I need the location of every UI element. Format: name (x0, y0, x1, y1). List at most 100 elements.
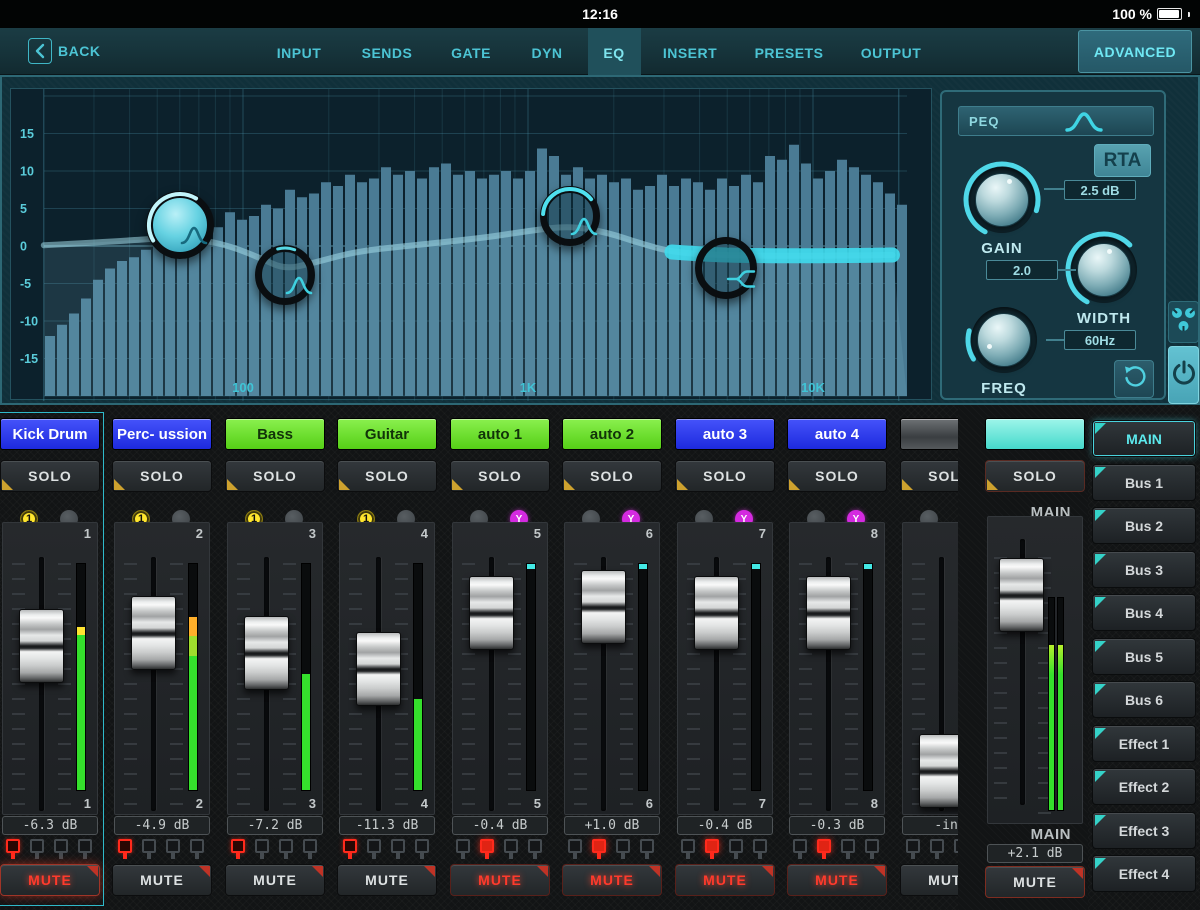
mute-button[interactable]: MUTE (562, 864, 662, 896)
fader-handle[interactable] (244, 616, 289, 690)
mute-group-pin-icon[interactable] (142, 839, 156, 859)
channel-name[interactable]: Perc- ussion (112, 418, 212, 450)
sidebar-tab-effect-2[interactable]: Effect 2 (1092, 768, 1196, 805)
nav-tab-input[interactable]: INPUT (277, 45, 322, 61)
sidebar-tab-bus-5[interactable]: Bus 5 (1092, 638, 1196, 675)
solo-button[interactable]: SOLO (787, 460, 887, 492)
mute-button[interactable]: MUTE (112, 864, 212, 896)
nav-tab-gate[interactable]: GATE (451, 45, 491, 61)
nav-tab-presets[interactable]: PRESETS (755, 45, 824, 61)
sidebar-tab-main[interactable]: MAIN (1092, 420, 1196, 457)
mute-group-pin-icon[interactable] (231, 839, 245, 859)
freq-knob[interactable] (962, 298, 1046, 382)
solo-button[interactable]: SOLO (562, 460, 662, 492)
mute-group-pin-icon[interactable] (817, 839, 831, 859)
solo-button[interactable]: SOLO (900, 460, 958, 492)
mute-group-pin-icon[interactable] (367, 839, 381, 859)
mute-group-pin-icon[interactable] (255, 839, 269, 859)
nav-tab-dyn[interactable]: DYN (531, 45, 562, 61)
channel-scroll-area[interactable]: Kick Drum SOLO 1 1 1 -6.3 dB MUTE Perc- … (0, 405, 958, 910)
advanced-button[interactable]: ADVANCED (1078, 30, 1192, 73)
mute-button[interactable]: MUTE (225, 864, 325, 896)
main-fader-handle[interactable] (999, 558, 1044, 632)
main-scribble-strip[interactable] (985, 418, 1085, 450)
eq-band-2-handle[interactable] (254, 244, 315, 305)
eq-graph[interactable]: 15 10 5 0 -5 -10 -15 100 1K 10K (10, 88, 932, 401)
solo-button[interactable]: SOLO (675, 460, 775, 492)
mute-group-pin-icon[interactable] (391, 839, 405, 859)
mute-group-pin-icon[interactable] (6, 839, 20, 859)
mute-group-pin-icon[interactable] (592, 839, 606, 859)
mute-group-pin-icon[interactable] (616, 839, 630, 859)
mute-group-pin-icon[interactable] (456, 839, 470, 859)
sidebar-tab-bus-2[interactable]: Bus 2 (1092, 507, 1196, 544)
eq-band-4-handle[interactable] (694, 236, 757, 299)
mute-button[interactable]: MUTE (0, 864, 100, 896)
eq-mode-selector[interactable]: PEQ (958, 106, 1154, 136)
mute-group-pin-icon[interactable] (793, 839, 807, 859)
power-button[interactable] (1168, 346, 1199, 404)
eq-band-3-handle[interactable] (539, 186, 600, 246)
fader-handle[interactable] (131, 596, 176, 670)
mute-group-pin-icon[interactable] (568, 839, 582, 859)
mute-button[interactable]: MUTE (450, 864, 550, 896)
rta-button[interactable]: RTA (1094, 144, 1151, 177)
sidebar-tab-bus-1[interactable]: Bus 1 (1092, 464, 1196, 501)
fader-handle[interactable] (919, 734, 958, 808)
channel-name[interactable]: Guitar (337, 418, 437, 450)
solo-button[interactable]: SOLO (225, 460, 325, 492)
mute-group-pin-icon[interactable] (705, 839, 719, 859)
mute-group-pin-icon[interactable] (841, 839, 855, 859)
channel-name[interactable]: auto 3 (675, 418, 775, 450)
back-button[interactable]: BACK (28, 38, 100, 64)
main-mute-button[interactable]: MUTE (985, 866, 1085, 898)
channel-name[interactable]: Bass (225, 418, 325, 450)
mute-group-pin-icon[interactable] (681, 839, 695, 859)
mute-group-pin-icon[interactable] (528, 839, 542, 859)
mute-button[interactable]: MUTE (675, 864, 775, 896)
mute-group-pin-icon[interactable] (78, 839, 92, 859)
sidebar-tab-effect-4[interactable]: Effect 4 (1092, 855, 1196, 892)
channel-name[interactable] (900, 418, 958, 450)
sidebar-tab-effect-1[interactable]: Effect 1 (1092, 725, 1196, 762)
sidebar-tab-bus-6[interactable]: Bus 6 (1092, 681, 1196, 718)
mute-group-pin-icon[interactable] (279, 839, 293, 859)
mute-group-pin-icon[interactable] (640, 839, 654, 859)
main-solo-button[interactable]: SOLO (985, 460, 1085, 492)
mute-group-pin-icon[interactable] (504, 839, 518, 859)
mute-group-pin-icon[interactable] (343, 839, 357, 859)
nav-tab-output[interactable]: OUTPUT (861, 45, 922, 61)
mute-group-pin-icon[interactable] (303, 839, 317, 859)
fader-handle[interactable] (356, 632, 401, 706)
mute-group-pin-icon[interactable] (753, 839, 767, 859)
mute-group-pin-icon[interactable] (415, 839, 429, 859)
solo-button[interactable]: SOLO (337, 460, 437, 492)
reset-button[interactable] (1114, 360, 1154, 398)
nav-tab-eq[interactable]: EQ (603, 45, 624, 61)
solo-button[interactable]: SOLO (450, 460, 550, 492)
mute-group-pin-icon[interactable] (906, 839, 920, 859)
mute-group-pin-icon[interactable] (166, 839, 180, 859)
mute-button[interactable]: MUTE (787, 864, 887, 896)
fader-handle[interactable] (694, 576, 739, 650)
mute-group-pin-icon[interactable] (729, 839, 743, 859)
mute-group-pin-icon[interactable] (190, 839, 204, 859)
mute-group-pin-icon[interactable] (930, 839, 944, 859)
sidebar-tab-effect-3[interactable]: Effect 3 (1092, 812, 1196, 849)
mute-group-pin-icon[interactable] (30, 839, 44, 859)
mute-group-pin-icon[interactable] (865, 839, 879, 859)
fader-handle[interactable] (19, 609, 64, 683)
fader-handle[interactable] (581, 570, 626, 644)
solo-button[interactable]: SOLO (112, 460, 212, 492)
nav-tab-insert[interactable]: INSERT (663, 45, 717, 61)
sidebar-tab-bus-4[interactable]: Bus 4 (1092, 594, 1196, 631)
monitor-knobs-button[interactable] (1168, 301, 1199, 343)
solo-button[interactable]: SOLO (0, 460, 100, 492)
channel-name[interactable]: auto 2 (562, 418, 662, 450)
mute-button[interactable]: MUTE (337, 864, 437, 896)
nav-tab-sends[interactable]: SENDS (362, 45, 413, 61)
mute-button[interactable]: MUTE (900, 864, 958, 896)
channel-name[interactable]: auto 4 (787, 418, 887, 450)
mute-group-pin-icon[interactable] (54, 839, 68, 859)
channel-name[interactable]: auto 1 (450, 418, 550, 450)
